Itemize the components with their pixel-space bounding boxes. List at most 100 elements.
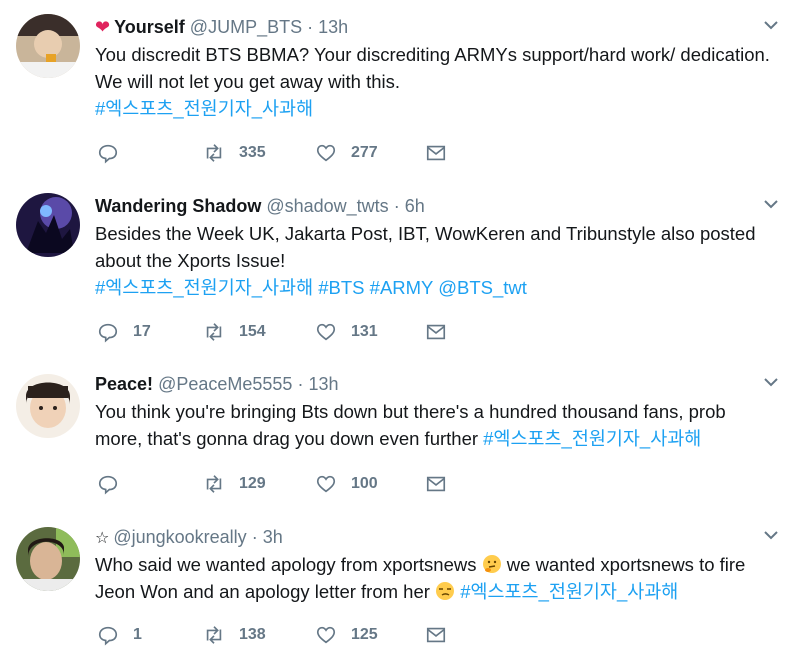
tweet[interactable]: ❤ Yourself @JUMP_BTS · 13h You discredit …: [0, 14, 800, 174]
tweet-actions: 129 100: [95, 471, 475, 497]
user-handle[interactable]: @PeaceMe5555: [158, 374, 292, 394]
tweet-text-line: Who said we wanted apology from xportsne…: [95, 551, 795, 578]
reply-icon: [98, 626, 118, 646]
hashtag-link[interactable]: #BTS: [318, 277, 364, 298]
reply-button[interactable]: [97, 140, 133, 166]
tweet-header: Wandering Shadow @shadow_twts · 6h: [95, 193, 425, 219]
hashtag-link[interactable]: #ARMY: [370, 277, 433, 298]
reply-button[interactable]: 17: [97, 319, 151, 345]
avatar[interactable]: [16, 193, 80, 257]
retweet-icon: [206, 144, 222, 162]
reply-count: 17: [133, 323, 151, 340]
direct-message-button[interactable]: [425, 319, 447, 345]
hashtag-link[interactable]: #엑스포츠_전원기자_사과해: [95, 277, 313, 298]
like-button[interactable]: 131: [315, 319, 378, 345]
direct-message-button[interactable]: [425, 140, 447, 166]
envelope-icon: [426, 627, 446, 643]
retweet-icon: [206, 626, 222, 644]
retweet-count: 154: [239, 323, 266, 340]
chevron-down-icon[interactable]: [762, 373, 780, 391]
retweet-count: 138: [239, 626, 266, 643]
tweet-header: ❤ Yourself @JUMP_BTS · 13h: [95, 14, 348, 40]
display-name[interactable]: Peace!: [95, 374, 153, 394]
retweet-button[interactable]: 138: [203, 622, 266, 648]
mention-link[interactable]: @BTS_twt: [438, 277, 527, 298]
separator-dot: ·: [307, 17, 314, 37]
display-name[interactable]: Yourself: [114, 17, 185, 37]
hashtag-link[interactable]: #엑스포츠_전원기자_사과해: [483, 428, 701, 449]
separator-dot: ·: [393, 196, 400, 216]
reply-count: 1: [133, 626, 142, 643]
chevron-down-icon[interactable]: [762, 195, 780, 213]
tweet-actions: 17 154 131: [95, 319, 475, 345]
tweet-header: Peace! @PeaceMe5555 · 13h: [95, 371, 339, 397]
retweet-button[interactable]: 154: [203, 319, 266, 345]
tweet-actions: 335 277: [95, 140, 475, 166]
hashtag-link[interactable]: #엑스포츠_전원기자_사과해: [460, 581, 678, 602]
reply-icon: [98, 144, 118, 164]
heart-outline-icon: [316, 626, 336, 644]
retweet-count: 129: [239, 475, 266, 492]
hashtag-link[interactable]: #엑스포츠_전원기자_사과해: [95, 98, 313, 119]
like-button[interactable]: 100: [315, 471, 378, 497]
timestamp[interactable]: 13h: [308, 374, 338, 394]
star-icon: ☆: [95, 530, 110, 547]
like-count: 131: [351, 323, 378, 340]
envelope-icon: [426, 145, 446, 161]
tweet[interactable]: Wandering Shadow @shadow_twts · 6h Besid…: [0, 193, 800, 353]
like-count: 100: [351, 475, 378, 492]
tweet-text: You think you're bringing Bts down but t…: [95, 398, 795, 452]
tweet-text-line: #엑스포츠_전원기자_사과해: [95, 95, 795, 122]
tweet[interactable]: ☆ @jungkookreally · 3h Who said we wanted…: [0, 524, 800, 654]
text-run: more, that's gonna drag you down even fu…: [95, 428, 484, 449]
retweet-icon: [206, 323, 222, 341]
tweet[interactable]: Peace! @PeaceMe5555 · 13h You think you'…: [0, 371, 800, 506]
tweet-text-line: We will not let you get away with this.: [95, 68, 795, 95]
timestamp[interactable]: 13h: [318, 17, 348, 37]
reply-button[interactable]: 1: [97, 622, 142, 648]
display-name[interactable]: Wandering Shadow: [95, 196, 261, 216]
retweet-count: 335: [239, 144, 266, 161]
heart-outline-icon: [316, 144, 336, 162]
tweet-text: You discredit BTS BBMA? Your discreditin…: [95, 41, 795, 122]
chevron-down-icon[interactable]: [762, 16, 780, 34]
direct-message-button[interactable]: [425, 471, 447, 497]
tweet-text: Who said we wanted apology from xportsne…: [95, 551, 795, 605]
like-button[interactable]: 277: [315, 140, 378, 166]
user-handle[interactable]: @JUMP_BTS: [190, 17, 302, 37]
text-run: We will not let you get away with this.: [95, 71, 401, 92]
tweet-text-line: #엑스포츠_전원기자_사과해 #BTS #ARMY @BTS_twt: [95, 274, 795, 301]
tweet-text-line: about the Xports Issue!: [95, 247, 795, 274]
retweet-button[interactable]: 335: [203, 140, 266, 166]
tweet-header: ☆ @jungkookreally · 3h: [95, 524, 283, 550]
like-button[interactable]: 125: [315, 622, 378, 648]
timestamp[interactable]: 6h: [405, 196, 425, 216]
text-run: about the Xports Issue!: [95, 250, 286, 271]
tweet-text-line: Besides the Week UK, Jakarta Post, IBT, …: [95, 220, 795, 247]
heart-outline-icon: [316, 323, 336, 341]
like-count: 277: [351, 144, 378, 161]
text-run: You discredit BTS BBMA? Your discreditin…: [95, 44, 770, 65]
text-run: Who said we wanted apology from xportsne…: [95, 554, 482, 575]
avatar[interactable]: [16, 374, 80, 438]
envelope-icon: [426, 324, 446, 340]
direct-message-button[interactable]: [425, 622, 447, 648]
reply-button[interactable]: [97, 471, 133, 497]
user-handle[interactable]: @shadow_twts: [266, 196, 388, 216]
heart-icon: ❤: [95, 17, 111, 37]
avatar[interactable]: [16, 14, 80, 78]
user-handle[interactable]: @jungkookreally: [113, 527, 246, 547]
timestamp[interactable]: 3h: [263, 527, 283, 547]
separator-dot: ·: [251, 527, 258, 547]
chevron-down-icon[interactable]: [762, 526, 780, 544]
text-run: You think you're bringing Bts down but t…: [95, 401, 726, 422]
tweet-text: Besides the Week UK, Jakarta Post, IBT, …: [95, 220, 795, 301]
envelope-icon: [426, 476, 446, 492]
tweet-text-line: Jeon Won and an apology letter from her …: [95, 578, 795, 605]
tweet-text-line: more, that's gonna drag you down even fu…: [95, 425, 795, 452]
text-run: Jeon Won and an apology letter from her: [95, 581, 436, 602]
avatar[interactable]: [16, 527, 80, 591]
thinking-face-emoji-icon: [482, 554, 502, 574]
tweet-feed: ❤ Yourself @JUMP_BTS · 13h You discredit …: [0, 0, 800, 655]
retweet-button[interactable]: 129: [203, 471, 266, 497]
